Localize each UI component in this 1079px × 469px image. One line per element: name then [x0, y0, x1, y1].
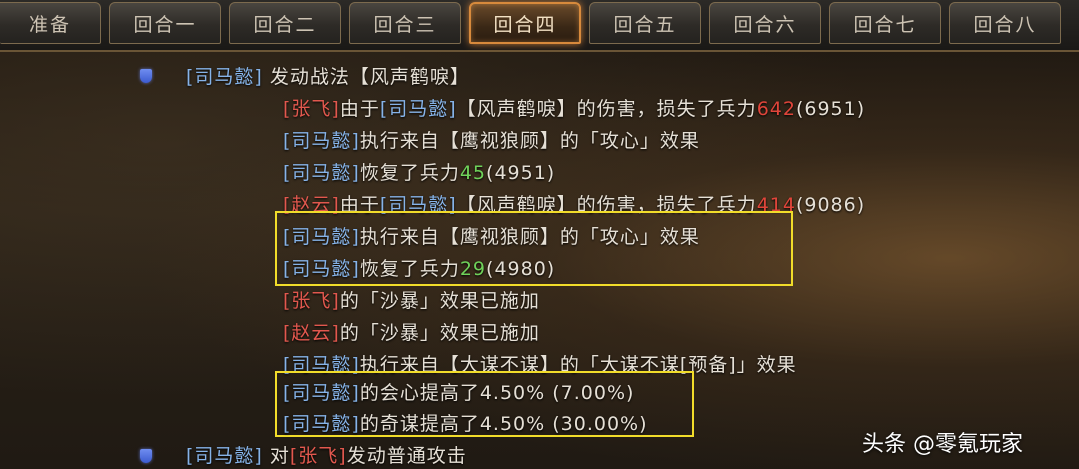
heal-value: 45 — [459, 162, 487, 184]
log-line-stat-buff: [司马懿]的奇谋提高了4.50% (30.00%) — [283, 409, 648, 436]
log-line-heal: [司马懿]恢复了兵力45(4951) — [283, 158, 555, 185]
log-line-status: [张飞]的「沙暴」效果已施加 — [283, 286, 540, 313]
log-line-skill-cast: [司马懿] 发动战法【风声鹤唳】 — [186, 62, 470, 89]
shield-icon — [140, 449, 152, 463]
log-text: 恢复了兵力 — [359, 162, 460, 184]
tab-round-5[interactable]: 回合五 — [589, 2, 701, 44]
troops-remaining: (4951) — [486, 162, 556, 184]
hero-name[interactable]: [司马懿] — [283, 130, 360, 152]
troops-remaining: (9086) — [795, 194, 866, 216]
log-line-stat-buff: [司马懿]的会心提高了4.50% (7.00%) — [283, 378, 634, 405]
log-text: 执行来自【鹰视狼顾】的「攻心」效果 — [359, 130, 700, 152]
hero-name[interactable]: [司马懿] — [380, 98, 457, 120]
log-text: 恢复了兵力 — [359, 258, 460, 280]
log-line-effect: [司马懿]执行来自【鹰视狼顾】的「攻心」效果 — [283, 222, 700, 249]
hero-name[interactable]: [司马懿] — [186, 66, 263, 88]
hero-name[interactable]: [司马懿] — [283, 162, 360, 184]
hero-name[interactable]: [司马懿] — [283, 413, 360, 435]
log-text: 的奇谋提高了4.50% (30.00%) — [359, 413, 648, 435]
heal-value: 29 — [459, 258, 487, 280]
log-text: 的「沙暴」效果已施加 — [339, 290, 540, 312]
hero-name[interactable]: [司马懿] — [283, 226, 360, 248]
battle-log[interactable]: [司马懿] 发动战法【风声鹤唳】 [张飞]由于[司马懿]【风声鹤唳】的伤害，损失… — [0, 50, 1079, 469]
hero-name[interactable]: [张飞] — [283, 290, 340, 312]
round-tab-bar: 准备 回合一 回合二 回合三 回合四 回合五 回合六 回合七 回合八 — [0, 0, 1079, 52]
tab-round-3[interactable]: 回合三 — [349, 2, 461, 44]
log-text: 的「沙暴」效果已施加 — [339, 322, 540, 344]
hero-name[interactable]: [张飞] — [290, 445, 347, 467]
log-text: 执行来自【鹰视狼顾】的「攻心」效果 — [359, 226, 700, 248]
tab-round-2[interactable]: 回合二 — [229, 2, 341, 44]
watermark: 头条 @零氪玩家 — [862, 432, 1023, 457]
tab-round-4[interactable]: 回合四 — [469, 2, 581, 44]
log-text: 的会心提高了4.50% (7.00%) — [359, 382, 635, 404]
shield-icon — [140, 69, 152, 83]
log-line-effect: [司马懿]执行来自【鹰视狼顾】的「攻心」效果 — [283, 126, 700, 153]
log-line-status: [赵云]的「沙暴」效果已施加 — [283, 318, 540, 345]
log-text: 由于 — [339, 98, 380, 120]
log-text: 对 — [262, 445, 290, 467]
log-line-attack: [司马懿] 对[张飞]发动普通攻击 — [186, 441, 467, 468]
tab-prepare[interactable]: 准备 — [0, 2, 101, 44]
tab-round-1[interactable]: 回合一 — [109, 2, 221, 44]
hero-name[interactable]: [张飞] — [283, 98, 340, 120]
tab-round-6[interactable]: 回合六 — [709, 2, 821, 44]
tab-round-7[interactable]: 回合七 — [829, 2, 941, 44]
hero-name[interactable]: [司马懿] — [283, 258, 360, 280]
log-text: 【风声鹤唳】的伤害，损失了兵力 — [456, 98, 757, 120]
log-line-heal: [司马懿]恢复了兵力29(4980) — [283, 254, 555, 281]
hero-name[interactable]: [司马懿] — [186, 445, 263, 467]
log-text: 发动普通攻击 — [346, 445, 467, 467]
troops-remaining: (6951) — [795, 98, 866, 120]
hero-name[interactable]: [赵云] — [283, 322, 340, 344]
log-line-damage: [张飞]由于[司马懿]【风声鹤唳】的伤害，损失了兵力642(6951) — [283, 94, 865, 121]
tab-round-8[interactable]: 回合八 — [949, 2, 1061, 44]
hero-name[interactable]: [司马懿] — [283, 382, 360, 404]
damage-value: 642 — [756, 98, 796, 120]
troops-remaining: (4980) — [486, 258, 556, 280]
log-text: 发动战法【风声鹤唳】 — [262, 66, 470, 88]
